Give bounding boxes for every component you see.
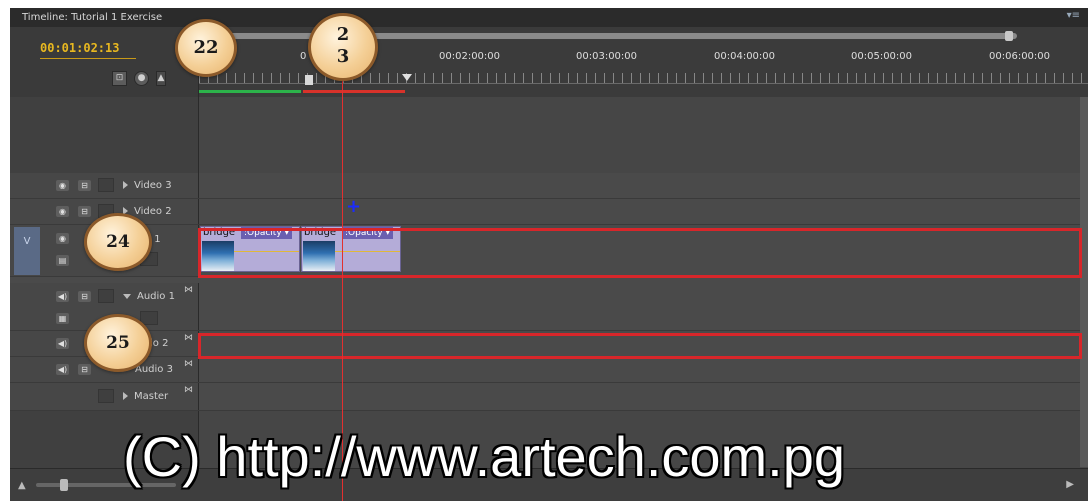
viewing-area-handle[interactable] [1005,31,1013,41]
track-audio-3: ◀) ⊟ Audio 3 ⋈ [10,357,1080,383]
speaker-icon[interactable]: ◀) [56,291,69,302]
collapse-triangle-icon[interactable] [123,293,131,299]
ruler-label-6min: 00:06:00:00 [989,51,1051,62]
callout-23-line2: 3 [336,46,350,67]
eye-icon[interactable]: ◉ [56,233,69,244]
audio-sync-icon: ⋈ [184,285,193,295]
track-header-video-3: ◉ ⊟ Video 3 [10,173,199,198]
out-point-icon[interactable] [402,74,412,81]
highlight-box-audio-2 [198,333,1082,359]
ruler-label-4min: 00:04:00:00 [714,51,776,62]
eye-icon[interactable]: ◉ [56,206,69,217]
cursor-crosshair-icon: + [346,196,362,217]
track-name-audio-1[interactable]: Audio 1 [123,291,175,302]
track-label: Master [134,391,169,402]
ruler-label-0: 0 [300,51,307,62]
ruler-label-3min: 00:03:00:00 [576,51,638,62]
vertical-scrollbar[interactable] [1080,97,1088,467]
track-name-master[interactable]: Master [123,391,168,402]
empty-track-header [10,97,199,173]
watermark-text: (C) http://www.artech.com.pg [123,425,846,488]
snap-icon[interactable]: ⊡ [112,71,127,86]
highlight-box-video-1 [198,228,1082,278]
eye-icon[interactable]: ◉ [56,180,69,191]
lock-icon[interactable]: ⊟ [78,180,91,191]
ruler-label-2min: 00:02:00:00 [439,51,501,62]
track-label: Video 3 [134,180,172,191]
audio-sync-icon: ⋈ [184,385,193,395]
waveform-icon[interactable]: ▦ [56,313,69,324]
lock-icon[interactable]: ⊟ [78,206,91,217]
callout-23-line1: 2 [336,24,350,45]
callout-22: 22 [175,19,237,77]
zoom-out-icon[interactable]: ▲ [18,480,26,491]
lock-icon[interactable]: ⊟ [78,291,91,302]
track-name-audio-3[interactable]: Audio 3 [135,364,173,375]
panel-menu-icon[interactable]: ▾≡ [1067,10,1080,21]
speaker-icon[interactable]: ◀) [56,338,69,349]
track-lock-box[interactable] [98,289,114,303]
speaker-icon[interactable]: ◀) [56,364,69,375]
track-name-video-3[interactable]: Video 3 [123,180,172,191]
expand-triangle-icon[interactable] [123,392,128,400]
callout-25: 25 [84,314,152,372]
video-target-button[interactable]: V [14,227,40,275]
callout-23: 2 3 [308,13,378,81]
expand-triangle-icon[interactable] [123,181,128,189]
callout-24: 24 [84,213,152,271]
set-marker-icon[interactable]: ▲ [156,71,166,86]
track-master: Master ⋈ [10,383,1080,411]
track-lock-box[interactable] [98,389,114,403]
track-label: Video 2 [134,206,172,217]
panel-title: Timeline: Tutorial 1 Exercise [22,12,163,23]
current-time-marker[interactable] [305,75,313,85]
panel-title-bar: Timeline: Tutorial 1 Exercise ▾≡ [10,8,1088,27]
ruler-baseline [199,83,1088,84]
rendered-bar [199,90,301,93]
track-audio-1: ◀) ⊟ ▦ Audio 1 ⋈ [10,283,1080,331]
unrendered-bar [303,90,405,93]
audio-sync-icon: ⋈ [184,333,193,343]
timecode-underline [40,58,136,59]
track-label: Audio 1 [137,291,175,302]
track-header-master: Master ⋈ [10,383,199,410]
lock-icon[interactable]: ⊟ [78,364,91,375]
track-lock-box[interactable] [98,178,114,192]
marker-icon[interactable]: ● [134,71,149,86]
display-style-icon[interactable]: ▤ [56,255,69,266]
current-timecode[interactable]: 00:01:02:13 [40,41,119,55]
scroll-right-icon[interactable]: ▶ [1066,479,1074,490]
ruler-label-5min: 00:05:00:00 [851,51,913,62]
track-video-2: ◉ ⊟ Video 2 [10,199,1080,225]
zoom-slider-handle[interactable] [60,479,68,491]
track-video-3: ◉ ⊟ Video 3 [10,173,1080,199]
header-controls: 00:01:02:13 ⊡ ● ▲ [10,27,199,97]
track-name-audio-2[interactable]: io 2 [150,338,168,349]
empty-track-area [10,97,1088,173]
audio-sync-icon: ⋈ [184,359,193,369]
timeline-header: 00:01:02:13 ⊡ ● ▲ 0 00:02:00:00 00:03:00… [10,27,1088,97]
